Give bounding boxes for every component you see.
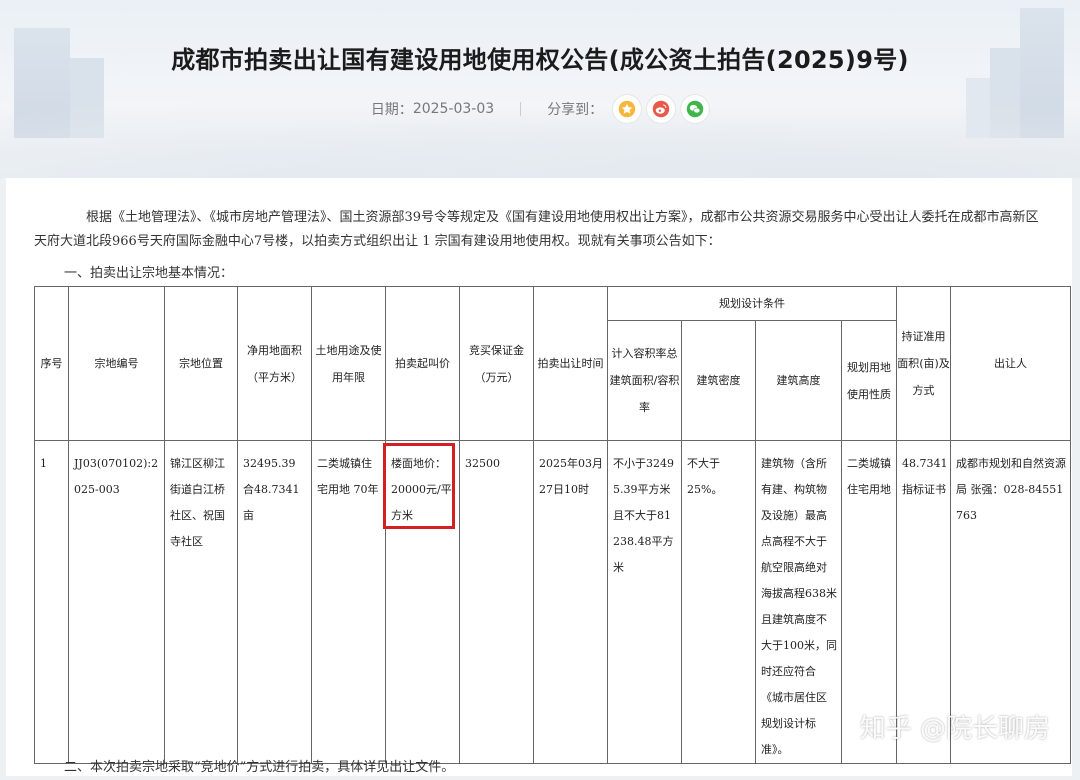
col-header-location: 宗地位置 [164,286,238,441]
share-buttons [613,95,710,123]
star-icon [618,100,636,118]
table-header-row: 序号 宗地编号 宗地位置 净用地面积（平方米） 土地用途及使用年限 拍卖起叫价 … [34,286,1071,441]
article-content: 根据《土地管理法》、《城市房地产管理法》、国土资源部39号令等规定及《国有建设用… [6,178,1072,776]
col-header-use-years: 土地用途及使用年限 [311,286,386,441]
col-header-net-area: 净用地面积（平方米） [237,286,312,441]
cell-location: 锦江区柳江街道白江桥社区、祝国寺社区 [164,440,238,764]
col-header-height: 建筑高度 [755,320,842,441]
intro-paragraph: 根据《土地管理法》、《城市房地产管理法》、国土资源部39号令等规定及《国有建设用… [34,210,1039,249]
col-header-auction-time: 拍卖出让时间 [533,286,608,441]
section-heading: 一、拍卖出让宗地基本情况： [64,266,234,281]
page-title: 成都市拍卖出让国有建设用地使用权公告(成公资土拍告(2025)9号) [171,46,909,74]
cell-density: 不大于25%。 [681,440,756,764]
col-header-start-price: 拍卖起叫价 [385,286,460,441]
cell-height: 建筑物（含所有建、构筑物及设施）最高点高程不大于航空限高绝对海拔高程638米且建… [755,440,842,764]
cell-deposit: 32500 [459,440,534,764]
parcel-table: 序号 宗地编号 宗地位置 净用地面积（平方米） 土地用途及使用年限 拍卖起叫价 … [34,286,1071,764]
weibo-icon [652,100,670,118]
col-header-grantor: 出让人 [950,286,1071,441]
col-header-seq: 序号 [34,286,69,441]
cell-far: 不小于32495.39平方米且不大于81238.48平方米 [607,440,682,764]
watermark: 知乎 @院长聊房 [859,714,1050,744]
col-header-land-use: 规划用地使用性质 [841,320,897,441]
section-heading: 二、本次拍卖宗地采取“竞地价”方式进行拍卖，具体详见出让文件。 [64,760,455,775]
publish-date: 2025-03-03 [412,101,495,117]
cell-start-price: 楼面地价：20000元/平方米 [383,440,460,764]
share-label: 分享到： [547,102,604,118]
cell-use-years: 二类城镇住宅用地 70年 [311,440,386,764]
col-header-quota: 持证准用面积(亩)及方式 [896,286,951,441]
cell-parcel-no: JJ03(070102):2025-003 [68,440,165,764]
header-banner [0,0,1080,178]
wechat-icon [686,100,704,118]
col-header-planning: 规划设计条件 [607,286,897,321]
cell-net-area: 32495.39 合48.7341亩 [237,440,312,764]
highlight-box [383,443,455,529]
share-star-button[interactable] [613,95,642,123]
col-header-far: 计入容积率总建筑面积/容积率 [607,320,682,441]
share-wechat-button[interactable] [681,95,710,123]
col-header-parcel-no: 宗地编号 [68,286,165,441]
cell-seq: 1 [34,440,69,764]
date-label: 日期： [370,102,413,118]
share-weibo-button[interactable] [647,95,676,123]
divider [520,102,522,116]
cell-auction-time: 2025年03月27日10时 [533,440,608,764]
col-header-deposit: 竞买保证金（万元） [459,286,534,441]
col-header-density: 建筑密度 [681,320,756,441]
meta-bar: 日期： 2025-03-03 分享到： [0,92,1080,126]
